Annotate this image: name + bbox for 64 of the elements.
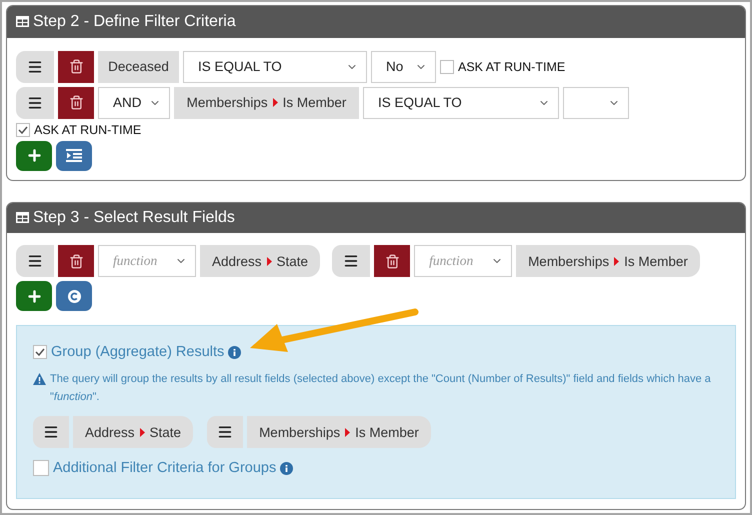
drag-handle[interactable] — [33, 416, 69, 448]
field-name: Address — [212, 254, 262, 268]
field-name: Address — [85, 424, 135, 440]
menu-icon — [343, 253, 360, 269]
group-note: The query will group the results by all result fields (selected above) except the "Count (Number of Results)" field and fields which have a "function". — [50, 372, 712, 405]
operator-select[interactable]: IS EQUAL TO — [183, 50, 367, 83]
menu-icon — [217, 424, 234, 440]
checkbox[interactable] — [16, 122, 30, 137]
delete-button[interactable] — [58, 245, 94, 277]
menu-icon — [27, 58, 43, 75]
checkbox-label: ASK AT RUN-TIME — [34, 122, 142, 137]
checkbox-label: Group (Aggregate) Results — [51, 344, 224, 360]
info-icon[interactable] — [280, 462, 294, 474]
checkbox[interactable] — [440, 60, 454, 74]
panel-title: Step 2 - Define Filter Criteria — [33, 12, 236, 31]
value-select[interactable]: No — [371, 50, 436, 83]
caret-icon — [345, 428, 350, 436]
trash-icon — [68, 254, 84, 268]
add-button[interactable] — [16, 140, 52, 171]
trash-icon — [68, 95, 84, 110]
caret-icon — [614, 256, 620, 266]
menu-icon — [27, 253, 43, 269]
caret-icon — [266, 256, 272, 266]
field-name: Memberships — [528, 254, 610, 268]
table-icon — [16, 16, 29, 28]
copyright-icon — [68, 290, 80, 302]
plus-icon — [26, 288, 42, 304]
plus-icon — [26, 147, 42, 164]
conjunction-select[interactable]: AND — [98, 86, 170, 119]
menu-icon — [27, 94, 43, 111]
field-name: State — [150, 424, 182, 440]
indent-button[interactable] — [56, 140, 92, 171]
drag-handle[interactable] — [207, 416, 244, 448]
checkbox[interactable] — [33, 460, 49, 476]
field-name: Memberships — [259, 424, 340, 440]
caret-icon — [272, 98, 278, 108]
field-name: Is Member — [355, 424, 419, 440]
warning-icon — [33, 373, 46, 385]
field-name: Memberships — [186, 95, 268, 110]
add-button[interactable] — [16, 281, 52, 311]
indent-icon — [66, 149, 82, 162]
caret-icon — [140, 428, 145, 436]
drag-handle[interactable] — [332, 245, 370, 277]
drag-handle[interactable] — [16, 245, 54, 277]
checkbox[interactable] — [33, 345, 47, 359]
menu-icon — [43, 424, 59, 440]
field-name: Is Member — [282, 95, 346, 110]
field-name: State — [276, 254, 308, 268]
checkbox-label: ASK AT RUN-TIME — [458, 60, 566, 74]
trash-icon — [68, 59, 84, 74]
checkbox-label: Additional Filter Criteria for Groups — [53, 460, 276, 476]
delete-button[interactable] — [58, 86, 94, 119]
panel-title: Step 3 - Select Result Fields — [33, 208, 235, 227]
field-name: Is Member — [624, 254, 688, 268]
delete-button[interactable] — [58, 50, 94, 83]
trash-icon — [384, 254, 400, 268]
table-icon — [16, 212, 29, 224]
delete-button[interactable] — [374, 245, 410, 277]
drag-handle[interactable] — [16, 86, 54, 119]
field-name: Deceased — [108, 59, 169, 74]
info-icon[interactable] — [228, 346, 242, 358]
copyright-button[interactable] — [56, 281, 92, 311]
drag-handle[interactable] — [16, 50, 54, 83]
operator-select[interactable]: IS EQUAL TO — [363, 86, 559, 119]
